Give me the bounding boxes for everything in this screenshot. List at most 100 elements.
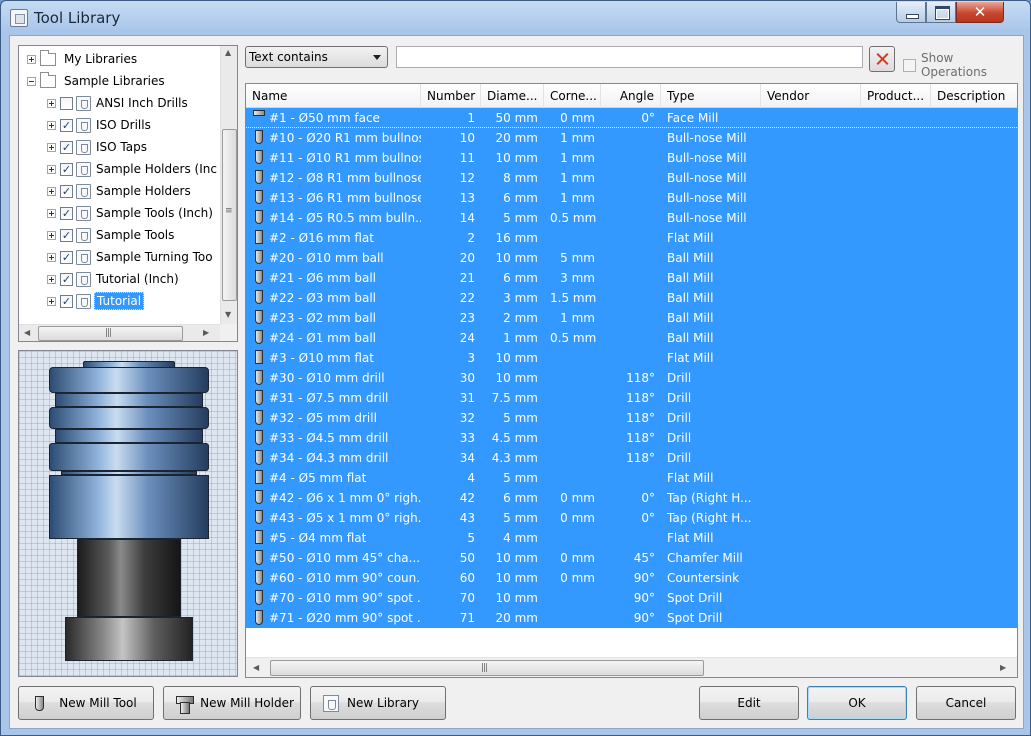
column-header[interactable]: Corne... <box>544 84 601 108</box>
tree-item[interactable]: ✓ Tutorial <box>47 291 145 311</box>
scroll-up-arrow-icon[interactable]: ▲ <box>225 48 231 57</box>
scroll-left-arrow-icon[interactable]: ◀ <box>253 663 259 672</box>
tree-item[interactable]: ✓ ISO Taps <box>47 137 149 157</box>
table-row[interactable]: #13 - Ø6 R1 mm bullnose 13 6 mm 1 mm Bull-no… <box>246 188 1017 208</box>
library-tree[interactable]: My Libraries Sample Libraries ANSI Inch Dr… <box>18 45 238 342</box>
table-row[interactable]: #60 - Ø10 mm 90° coun... 60 10 mm 0 mm 90° Co… <box>246 568 1017 588</box>
new-library-button[interactable]: New Library <box>310 686 446 720</box>
table-row[interactable]: #22 - Ø3 mm ball 22 3 mm 1.5 mm Ball Mill <box>246 288 1017 308</box>
library-checkbox[interactable]: ✓ <box>60 294 73 308</box>
minimize-button[interactable] <box>896 2 926 23</box>
tree-item[interactable]: ✓ Tutorial (Inch) <box>47 269 181 289</box>
scroll-down-arrow-icon[interactable]: ▼ <box>225 310 231 319</box>
library-checkbox[interactable]: ✓ <box>60 206 73 220</box>
expand-plus-icon[interactable] <box>47 230 56 240</box>
show-operations-checkbox[interactable]: Show Operations <box>903 51 1023 79</box>
table-row[interactable]: #34 - Ø4.3 mm drill 34 4.3 mm 118° Drill <box>246 448 1017 468</box>
column-header[interactable]: Type <box>661 84 761 108</box>
column-header[interactable]: Name <box>246 84 421 108</box>
library-checkbox[interactable]: ✓ <box>60 228 73 242</box>
scroll-left-arrow-icon[interactable]: ◀ <box>24 328 30 337</box>
tool-table[interactable]: Name Number Diame... Corne... Angle Type Vendo… <box>245 83 1018 678</box>
expand-plus-icon[interactable] <box>47 296 56 306</box>
tree-vertical-scrollbar[interactable]: ▲ ≡ ▼ <box>220 46 237 324</box>
tree-vertical-scroll-thumb[interactable]: ≡ <box>222 129 237 301</box>
tree-item[interactable]: My Libraries <box>27 49 139 69</box>
library-checkbox[interactable]: ✓ <box>60 162 73 176</box>
expand-plus-icon[interactable] <box>47 274 56 284</box>
title-bar[interactable]: Tool Library ✕ <box>1 1 1030 35</box>
library-checkbox[interactable]: ✓ <box>60 140 73 154</box>
table-row[interactable]: #1 - Ø50 mm face 1 50 mm 0 mm 0° Face Mill <box>246 108 1017 128</box>
library-checkbox[interactable]: ✓ <box>60 250 73 264</box>
cancel-button[interactable]: Cancel <box>916 686 1016 720</box>
tree-item[interactable]: ✓ Sample Turning Too <box>47 247 215 267</box>
table-row[interactable]: #71 - Ø20 mm 90° spot ... 71 20 mm 90° Spot … <box>246 608 1017 628</box>
column-header[interactable]: Angle <box>601 84 661 108</box>
table-horizontal-scroll-thumb[interactable]: ||| <box>270 660 704 676</box>
filter-text-input[interactable] <box>396 46 863 68</box>
ok-button[interactable]: OK <box>807 686 907 720</box>
table-row[interactable]: #2 - Ø16 mm flat 2 16 mm Flat Mill <box>246 228 1017 248</box>
table-row[interactable]: #12 - Ø8 R1 mm bullnose 12 8 mm 1 mm Bull-no… <box>246 168 1017 188</box>
table-row[interactable]: #21 - Ø6 mm ball 21 6 mm 3 mm Ball Mill <box>246 268 1017 288</box>
table-row[interactable]: #5 - Ø4 mm flat 5 4 mm Flat Mill <box>246 528 1017 548</box>
tree-horizontal-scroll-thumb[interactable]: ||| <box>38 326 183 341</box>
table-row[interactable]: #20 - Ø10 mm ball 20 10 mm 5 mm Ball Mill <box>246 248 1017 268</box>
library-checkbox[interactable]: ✓ <box>60 272 73 286</box>
expand-plus-icon[interactable] <box>47 186 56 196</box>
library-checkbox[interactable]: ✓ <box>60 184 73 198</box>
table-row[interactable]: #4 - Ø5 mm flat 4 5 mm Flat Mill <box>246 468 1017 488</box>
tree-item[interactable]: ✓ Sample Holders <box>47 181 193 201</box>
table-row[interactable]: #24 - Ø1 mm ball 24 1 mm 0.5 mm Ball Mill <box>246 328 1017 348</box>
tree-item[interactable]: Sample Libraries <box>27 71 167 91</box>
table-row[interactable]: #23 - Ø2 mm ball 23 2 mm 1 mm Ball Mill <box>246 308 1017 328</box>
scroll-right-arrow-icon[interactable]: ▶ <box>1000 663 1006 672</box>
collapse-minus-icon[interactable] <box>27 76 36 86</box>
clear-filter-button[interactable] <box>869 46 895 72</box>
table-row[interactable]: #11 - Ø10 R1 mm bullnose 11 10 mm 1 mm Bull-… <box>246 148 1017 168</box>
table-row[interactable]: #50 - Ø10 mm 45° cha... 50 10 mm 0 mm 45° Cha… <box>246 548 1017 568</box>
scroll-right-arrow-icon[interactable]: ▶ <box>203 328 209 337</box>
new-mill-tool-button[interactable]: New Mill Tool <box>18 686 154 720</box>
library-checkbox[interactable]: ✓ <box>60 118 73 132</box>
table-row[interactable]: #3 - Ø10 mm flat 3 10 mm Flat Mill <box>246 348 1017 368</box>
filter-mode-select[interactable]: Text contains <box>245 46 388 68</box>
expand-plus-icon[interactable] <box>47 252 56 262</box>
table-row[interactable]: #42 - Ø6 x 1 mm 0° righ... 42 6 mm 0 mm 0° Ta… <box>246 488 1017 508</box>
tree-item[interactable]: ✓ Sample Tools <box>47 225 176 245</box>
edit-button[interactable]: Edit <box>699 686 799 720</box>
table-row[interactable]: #14 - Ø5 R0.5 mm bulln... 14 5 mm 0.5 mm Bul… <box>246 208 1017 228</box>
expand-plus-icon[interactable] <box>47 98 56 108</box>
tree-horizontal-scrollbar[interactable]: ◀ ||| ▶ <box>19 324 221 341</box>
expand-plus-icon[interactable] <box>47 164 56 174</box>
column-header[interactable]: Product... <box>861 84 931 108</box>
table-horizontal-scrollbar[interactable]: ◀ ||| ▶ <box>246 657 1017 677</box>
column-header[interactable]: Number <box>421 84 481 108</box>
tree-item[interactable]: ✓ Sample Holders (Inc <box>47 159 219 179</box>
column-header[interactable]: Diame... <box>481 84 544 108</box>
tree-item[interactable]: ✓ Sample Tools (Inch) <box>47 203 215 223</box>
table-row[interactable]: #43 - Ø5 x 1 mm 0° righ... 43 5 mm 0 mm 0° Ta… <box>246 508 1017 528</box>
new-mill-holder-button[interactable]: New Mill Holder <box>163 686 301 720</box>
expand-plus-icon[interactable] <box>47 208 56 218</box>
expand-plus-icon[interactable] <box>47 142 56 152</box>
tree-item[interactable]: ANSI Inch Drills <box>47 93 190 113</box>
expand-plus-icon[interactable] <box>27 54 36 64</box>
table-row[interactable]: #32 - Ø5 mm drill 32 5 mm 118° Drill <box>246 408 1017 428</box>
column-header[interactable]: Description <box>931 84 1017 108</box>
column-header[interactable]: Vendor <box>761 84 861 108</box>
expand-plus-icon[interactable] <box>47 120 56 130</box>
maximize-button[interactable] <box>926 2 956 23</box>
scroll-grip-icon: ||| <box>105 328 112 338</box>
table-row[interactable]: #70 - Ø10 mm 90° spot ... 70 10 mm 90° Spot … <box>246 588 1017 608</box>
close-button[interactable]: ✕ <box>956 2 1004 23</box>
table-row[interactable]: #31 - Ø7.5 mm drill 31 7.5 mm 118° Drill <box>246 388 1017 408</box>
library-checkbox[interactable] <box>60 96 73 110</box>
table-row[interactable]: #10 - Ø20 R1 mm bullnose 10 20 mm 1 mm Bull-… <box>246 128 1017 148</box>
cell-diameter: 5 mm <box>503 211 538 225</box>
checkbox-box[interactable] <box>903 58 916 72</box>
table-row[interactable]: #30 - Ø10 mm drill 30 10 mm 118° Drill <box>246 368 1017 388</box>
tree-item[interactable]: ✓ ISO Drills <box>47 115 153 135</box>
table-row[interactable]: #33 - Ø4.5 mm drill 33 4.5 mm 118° Drill <box>246 428 1017 448</box>
